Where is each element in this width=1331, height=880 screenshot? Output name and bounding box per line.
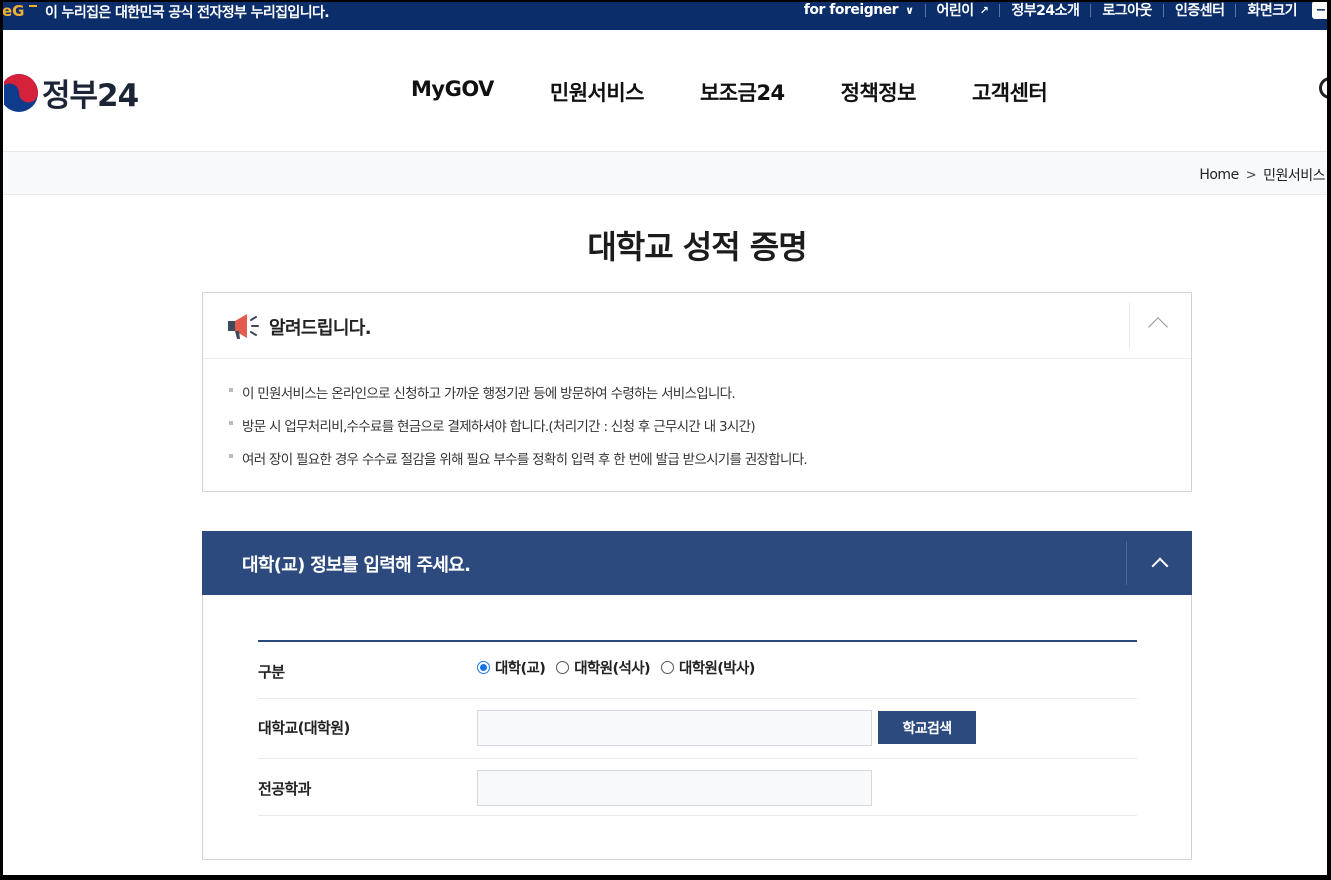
- for-foreigner-link[interactable]: for foreigner ∨: [793, 1, 925, 19]
- nav-subsidy24[interactable]: 보조금24: [700, 77, 785, 107]
- list-item: 방문 시 업무처리비,수수료를 현금으로 결제하셔야 합니다.(처리기간 : 신…: [229, 415, 807, 448]
- divider: [1129, 303, 1130, 349]
- radio-masters[interactable]: 대학원(석사): [556, 657, 651, 678]
- notice-heading: 알려드립니다.: [269, 318, 372, 339]
- taegeuk-emblem-icon: [0, 73, 38, 112]
- type-row: 구분 대학(교) 대학원(석사) 대학원(박사): [258, 642, 1137, 699]
- type-label: 구분: [258, 663, 285, 681]
- screen-size-label: 화면크기: [1247, 3, 1297, 19]
- about-gov24-link[interactable]: 정부24소개: [1000, 1, 1090, 19]
- radio-unchecked-icon: [556, 661, 570, 674]
- chevron-up-icon[interactable]: [1148, 317, 1168, 337]
- radio-unchecked-icon: [661, 661, 675, 674]
- breadcrumb: Home > 민원서비스: [0, 152, 1331, 195]
- gov-banner: eG 이 누리집은 대한민국 공식 전자정부 누리집입니다. for forei…: [0, 0, 1331, 30]
- page-title: 대학교 성적 증명: [587, 228, 807, 266]
- school-search-button[interactable]: 학교검색: [878, 711, 976, 744]
- gov-banner-message: 이 누리집은 대한민국 공식 전자정부 누리집입니다.: [45, 5, 330, 21]
- search-icon[interactable]: [1319, 77, 1331, 99]
- megaphone-icon: [228, 314, 259, 339]
- university-row: 대학교(대학원) 학교검색: [258, 699, 1137, 759]
- degree-radio-group: 대학(교) 대학원(석사) 대학원(박사): [477, 657, 766, 678]
- list-item: 이 민원서비스는 온라인으로 신청하고 가까운 행정기관 등에 방문하여 수령하…: [229, 382, 807, 415]
- list-item: 여러 장이 필요한 경우 수수료 절감을 위해 필요 부수를 정확히 입력 후 …: [229, 448, 808, 481]
- notice-list: 이 민원서비스는 온라인으로 신청하고 가까운 행정기관 등에 방문하여 수령하…: [229, 382, 808, 481]
- certificate-center-link[interactable]: 인증센터: [1164, 1, 1236, 19]
- breadcrumb-home[interactable]: Home: [1199, 167, 1239, 183]
- brand-name: 정부24: [42, 78, 139, 114]
- logout-link[interactable]: 로그아웃: [1091, 1, 1163, 19]
- breadcrumb-civil-services[interactable]: 민원서비스: [1263, 165, 1325, 185]
- radio-undergraduate[interactable]: 대학(교): [477, 657, 546, 678]
- brand-logo[interactable]: 정부24: [0, 70, 139, 115]
- nav-policy-info[interactable]: 정책정보: [841, 77, 917, 107]
- site-header: 정부24 MyGOV 민원서비스 보조금24 정책정보 고객센터: [0, 30, 1331, 152]
- radio-checked-icon: [477, 661, 490, 674]
- divider: [1126, 541, 1127, 585]
- chevron-up-icon[interactable]: [1151, 557, 1169, 575]
- panel-header[interactable]: 대학(교) 정보를 입력해 주세요.: [202, 531, 1192, 595]
- university-input[interactable]: [477, 710, 872, 746]
- chevron-down-icon: ∨: [905, 3, 914, 17]
- svg-text:eG: eG: [2, 3, 25, 19]
- university-info-panel: 대학(교) 정보를 입력해 주세요. 구분 대학(교) 대학원(석사) 대학원(…: [202, 531, 1192, 860]
- kids-link[interactable]: 어린이 ↗: [926, 1, 1000, 19]
- major-input[interactable]: [477, 770, 872, 806]
- major-row: 전공학과: [258, 759, 1137, 816]
- chevron-right-icon: >: [1245, 167, 1257, 183]
- external-link-icon: ↗: [979, 3, 989, 17]
- nav-customer-center[interactable]: 고객센터: [972, 77, 1048, 107]
- egov-logo-icon: eG: [2, 3, 37, 19]
- nav-mygov[interactable]: MyGOV: [411, 77, 494, 107]
- radio-doctoral[interactable]: 대학원(박사): [661, 657, 755, 678]
- main-nav: MyGOV 민원서비스 보조금24 정책정보 고객센터: [411, 77, 1103, 107]
- zoom-out-button[interactable]: −: [1312, 1, 1330, 19]
- notice-header[interactable]: 알려드립니다.: [203, 293, 1191, 359]
- nav-civil-services[interactable]: 민원서비스: [550, 77, 645, 107]
- major-label: 전공학과: [258, 780, 311, 798]
- form-table: 구분 대학(교) 대학원(석사) 대학원(박사) 대학교(대학원) 학교검색 전…: [258, 640, 1137, 816]
- panel-heading: 대학(교) 정보를 입력해 주세요.: [242, 555, 471, 576]
- university-label: 대학교(대학원): [258, 719, 350, 737]
- notice-box: 알려드립니다. 이 민원서비스는 온라인으로 신청하고 가까운 행정기관 등에 …: [202, 292, 1192, 492]
